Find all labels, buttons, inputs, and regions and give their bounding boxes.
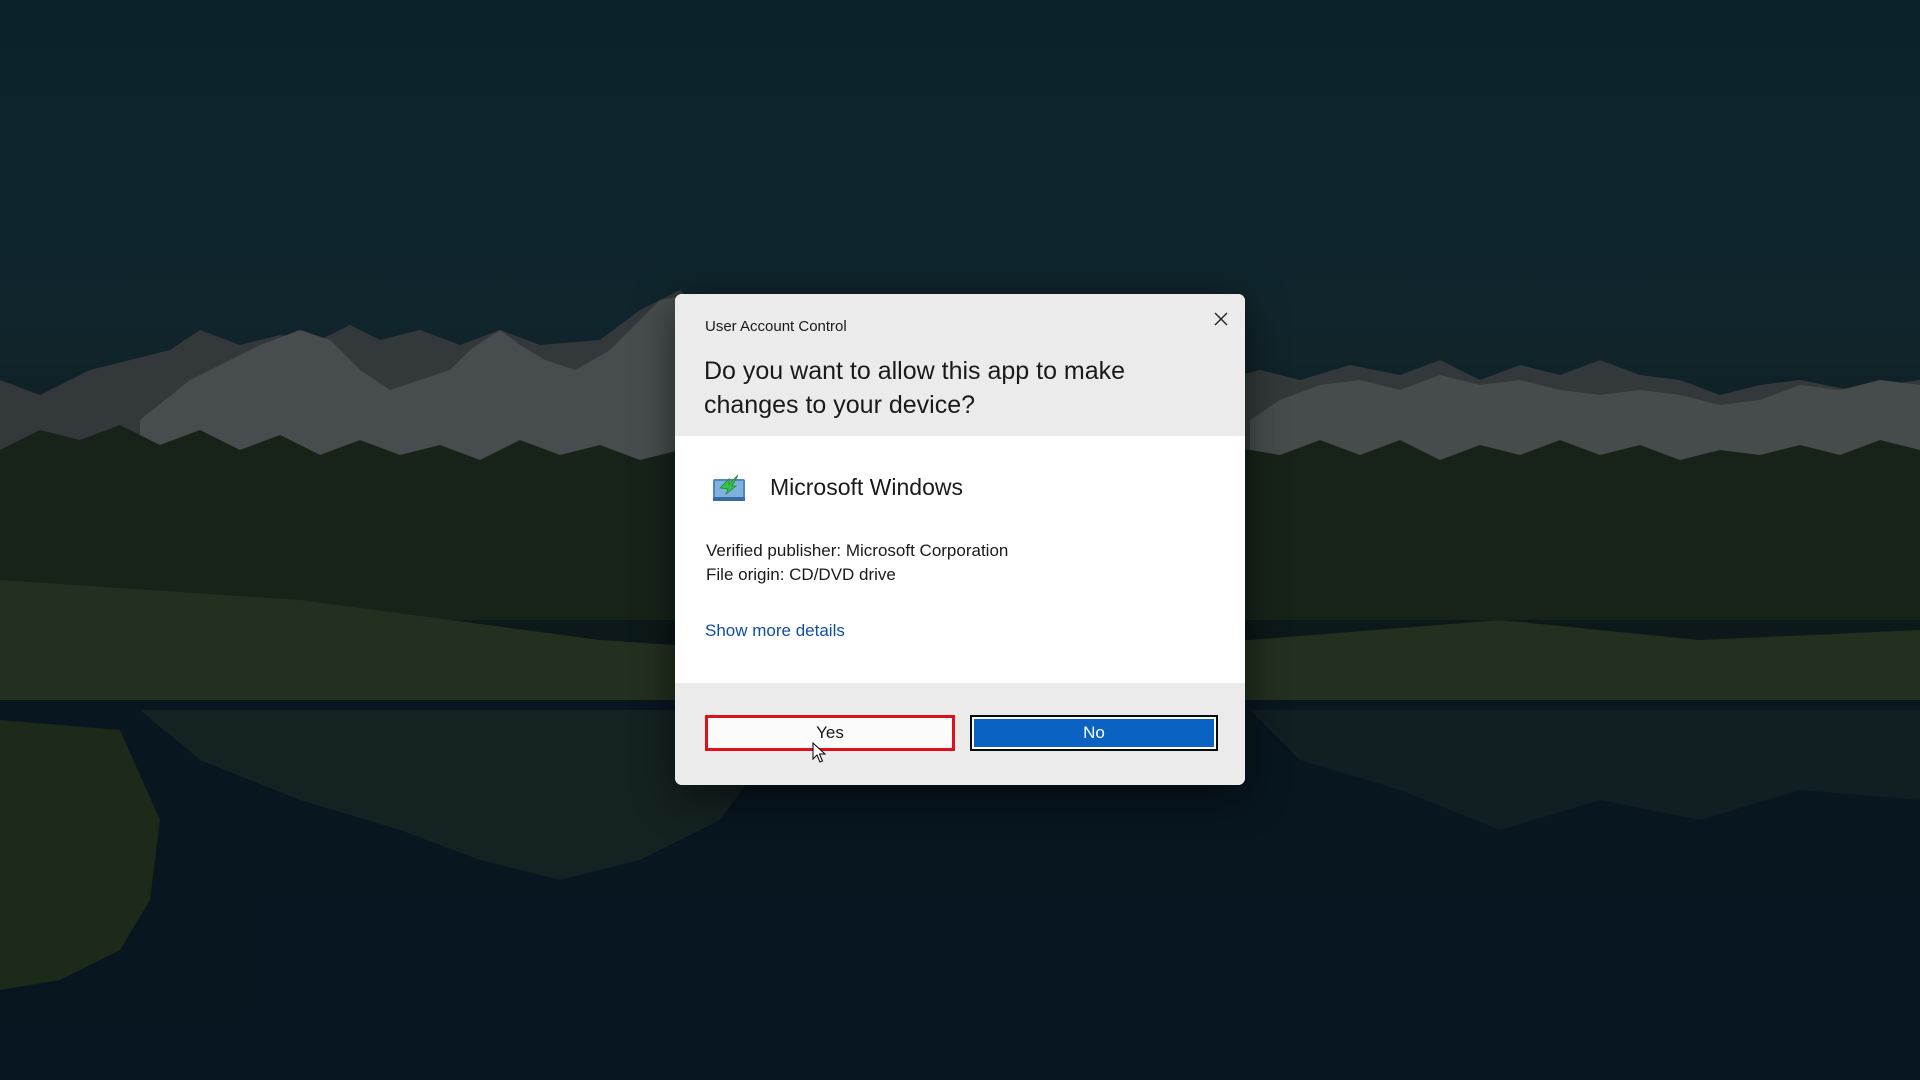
app-row: Microsoft Windows [710,464,963,510]
no-button[interactable]: No [970,715,1218,751]
close-icon [1214,312,1228,326]
show-more-details-link[interactable]: Show more details [705,621,845,641]
app-name: Microsoft Windows [770,473,963,500]
desktop: User Account Control Do you want to allo… [0,0,1920,1080]
dialog-title: User Account Control [705,318,847,335]
uac-dialog: User Account Control Do you want to allo… [675,294,1245,785]
app-details: Verified publisher: Microsoft Corporatio… [706,539,1008,587]
publisher-text: Verified publisher: Microsoft Corporatio… [706,541,1009,560]
dialog-question: Do you want to allow this app to make ch… [704,357,1126,419]
mouse-cursor-icon [812,742,826,763]
file-origin-text: File origin: CD/DVD drive [706,565,896,584]
yes-button[interactable]: Yes [705,715,955,751]
close-button[interactable] [1205,304,1237,334]
windows-installer-icon [713,474,745,501]
